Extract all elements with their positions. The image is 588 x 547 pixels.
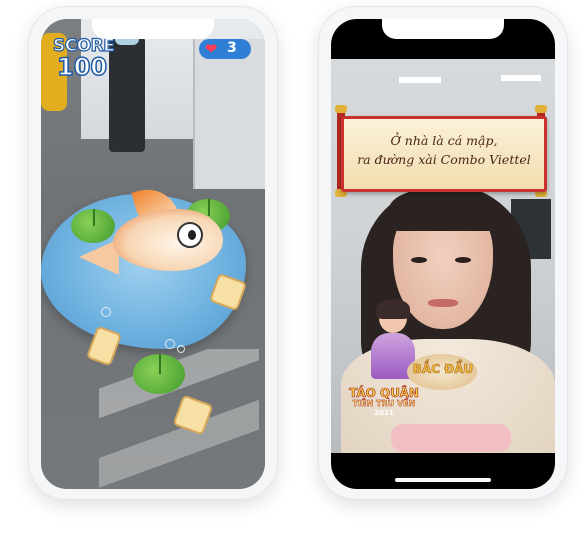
fish-eye [177, 222, 203, 248]
caption-scroll: Ở nhà là cá mập, ra đường xài Combo Viet… [341, 116, 547, 192]
avatar-hair [376, 299, 410, 319]
water-cooler [109, 23, 145, 152]
scroll-caption-line-2: ra đường xài Combo Viettel [357, 152, 531, 167]
person-lips [428, 299, 458, 307]
camera-bottom-bar [331, 453, 555, 489]
bubble [101, 307, 111, 317]
brand-title: TÁO QUÂN [349, 386, 419, 400]
phone-frame-right: Ở nhà là cá mập, ra đường xài Combo Viet… [318, 6, 568, 500]
person-eye-right [455, 257, 471, 263]
ceiling-light [399, 77, 441, 83]
brand-year: 2021 [374, 409, 394, 417]
bubble [165, 339, 175, 349]
score-value: 100 [56, 52, 108, 82]
phone-frame-left: SCORE 100 ❤ 3 [28, 6, 278, 500]
lily-pad [71, 209, 115, 243]
phone-notch [92, 19, 214, 39]
scroll-caption-line-1: Ở nhà là cá mập, [390, 133, 498, 148]
scroll-caption: Ở nhà là cá mập, ra đường xài Combo Viet… [348, 131, 540, 169]
person-bangs [389, 187, 497, 231]
game-screen: SCORE 100 ❤ 3 [41, 19, 265, 489]
bubble [177, 345, 185, 353]
lives-counter: ❤ 3 [199, 39, 251, 59]
person-eye-left [411, 257, 427, 263]
home-indicator[interactable] [395, 478, 491, 482]
office-cabinet [193, 39, 265, 189]
brand-subtitle: TIÊN TRU VỀN [352, 399, 416, 408]
start-button-label[interactable]: BẮC ĐẦU [411, 362, 475, 377]
filter-screen: Ở nhà là cá mập, ra đường xài Combo Viet… [331, 19, 555, 489]
heart-icon: ❤ [204, 40, 218, 58]
lily-pad [133, 354, 185, 394]
ceiling-light [501, 75, 541, 81]
pink-pillow [391, 424, 511, 452]
lives-value: 3 [227, 40, 237, 56]
phone-notch [382, 19, 504, 39]
